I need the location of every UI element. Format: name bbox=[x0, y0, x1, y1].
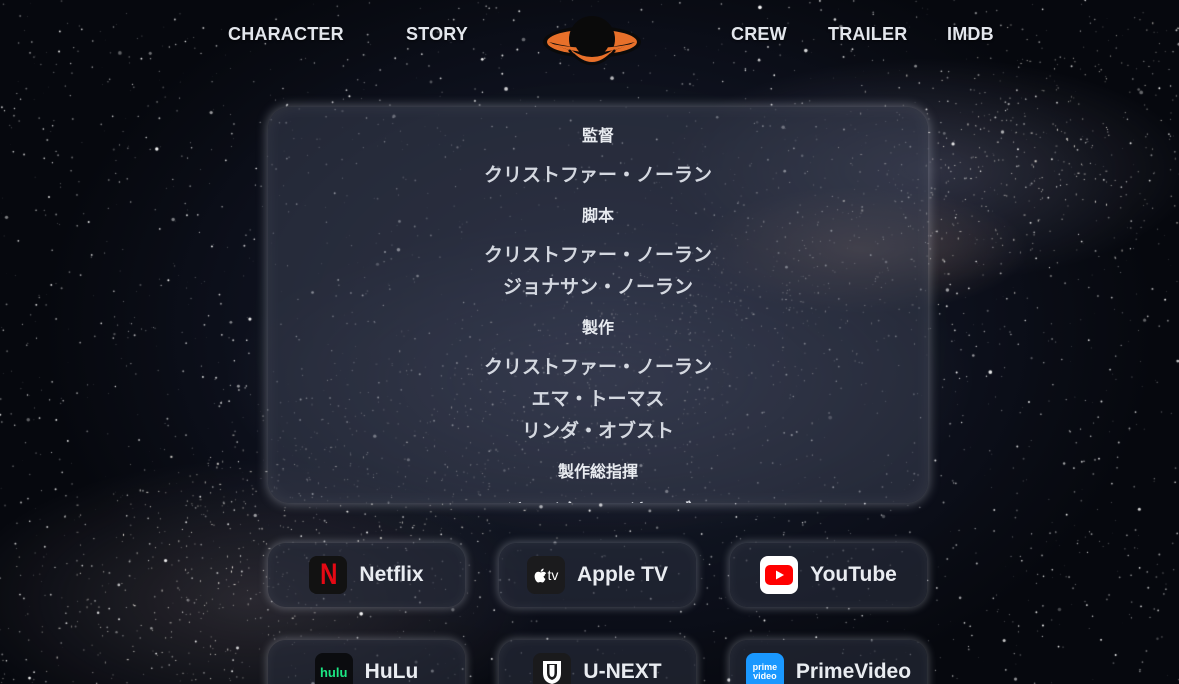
crew-role-heading: 脚本 bbox=[581, 206, 614, 225]
u-next-button[interactable]: U-NEXT bbox=[499, 640, 696, 684]
hulu-icon: hulu bbox=[314, 653, 353, 684]
nav-trailer[interactable]: TRAILER bbox=[828, 24, 907, 45]
crew-name: ジョナサン・ノーラン bbox=[502, 276, 693, 298]
crew-role-heading: 製作総指揮 bbox=[557, 462, 638, 481]
netflix-button[interactable]: N Netflix bbox=[268, 543, 465, 607]
crew-group-director: 監督 クリストファー・ノーラン bbox=[268, 125, 928, 191]
youtube-button[interactable]: YouTube bbox=[730, 543, 927, 607]
u-next-label: U-NEXT bbox=[583, 660, 662, 683]
crew-group-producers: 製作 クリストファー・ノーラン エマ・トーマス リンダ・オブスト bbox=[268, 317, 928, 447]
youtube-play-icon bbox=[765, 565, 794, 585]
black-hole-logo-icon[interactable] bbox=[540, 6, 644, 76]
prime-video-icon: prime video bbox=[745, 653, 784, 684]
crew-group-screenplay: 脚本 クリストファー・ノーラン ジョナサン・ノーラン bbox=[268, 205, 928, 303]
crew-name: リンダ・オブスト bbox=[521, 420, 674, 442]
youtube-icon bbox=[760, 556, 799, 594]
crew-name: クリストファー・ノーラン bbox=[483, 164, 712, 186]
nav-character[interactable]: CHARACTER bbox=[228, 24, 344, 45]
u-next-icon bbox=[533, 653, 572, 684]
hulu-button[interactable]: hulu HuLu bbox=[268, 640, 465, 684]
apple-tv-icon: tv bbox=[526, 556, 565, 594]
crew-panel[interactable]: 監督 クリストファー・ノーラン 脚本 クリストファー・ノーラン ジョナサン・ノー… bbox=[268, 107, 928, 503]
crew-name: ジェイク・マイヤーズ bbox=[268, 495, 928, 503]
netflix-icon: N bbox=[309, 556, 348, 594]
crew-name: エマ・トーマス bbox=[531, 388, 665, 410]
crew-name: クリストファー・ノーラン bbox=[483, 244, 712, 266]
nav-crew[interactable]: CREW bbox=[731, 24, 787, 45]
crew-role-heading: 監督 bbox=[581, 126, 614, 145]
prime-video-label: PrimeVideo bbox=[795, 660, 912, 683]
apple-logo-icon bbox=[534, 568, 546, 582]
u-next-shield-icon bbox=[543, 661, 562, 684]
netflix-label: Netflix bbox=[359, 563, 424, 586]
crew-name: クリストファー・ノーラン bbox=[483, 356, 712, 378]
crew-role-heading: 製作 bbox=[581, 318, 614, 337]
youtube-label: YouTube bbox=[810, 563, 897, 586]
nav-story[interactable]: STORY bbox=[406, 24, 468, 45]
apple-tv-label: Apple TV bbox=[576, 563, 668, 586]
hulu-label: HuLu bbox=[364, 660, 419, 683]
crew-group-executive-producers: 製作総指揮 ジェイク・マイヤーズ bbox=[268, 461, 928, 503]
apple-tv-button[interactable]: tv Apple TV bbox=[499, 543, 696, 607]
nav-imdb[interactable]: IMDB bbox=[947, 24, 994, 45]
prime-video-button[interactable]: prime video PrimeVideo bbox=[730, 640, 927, 684]
